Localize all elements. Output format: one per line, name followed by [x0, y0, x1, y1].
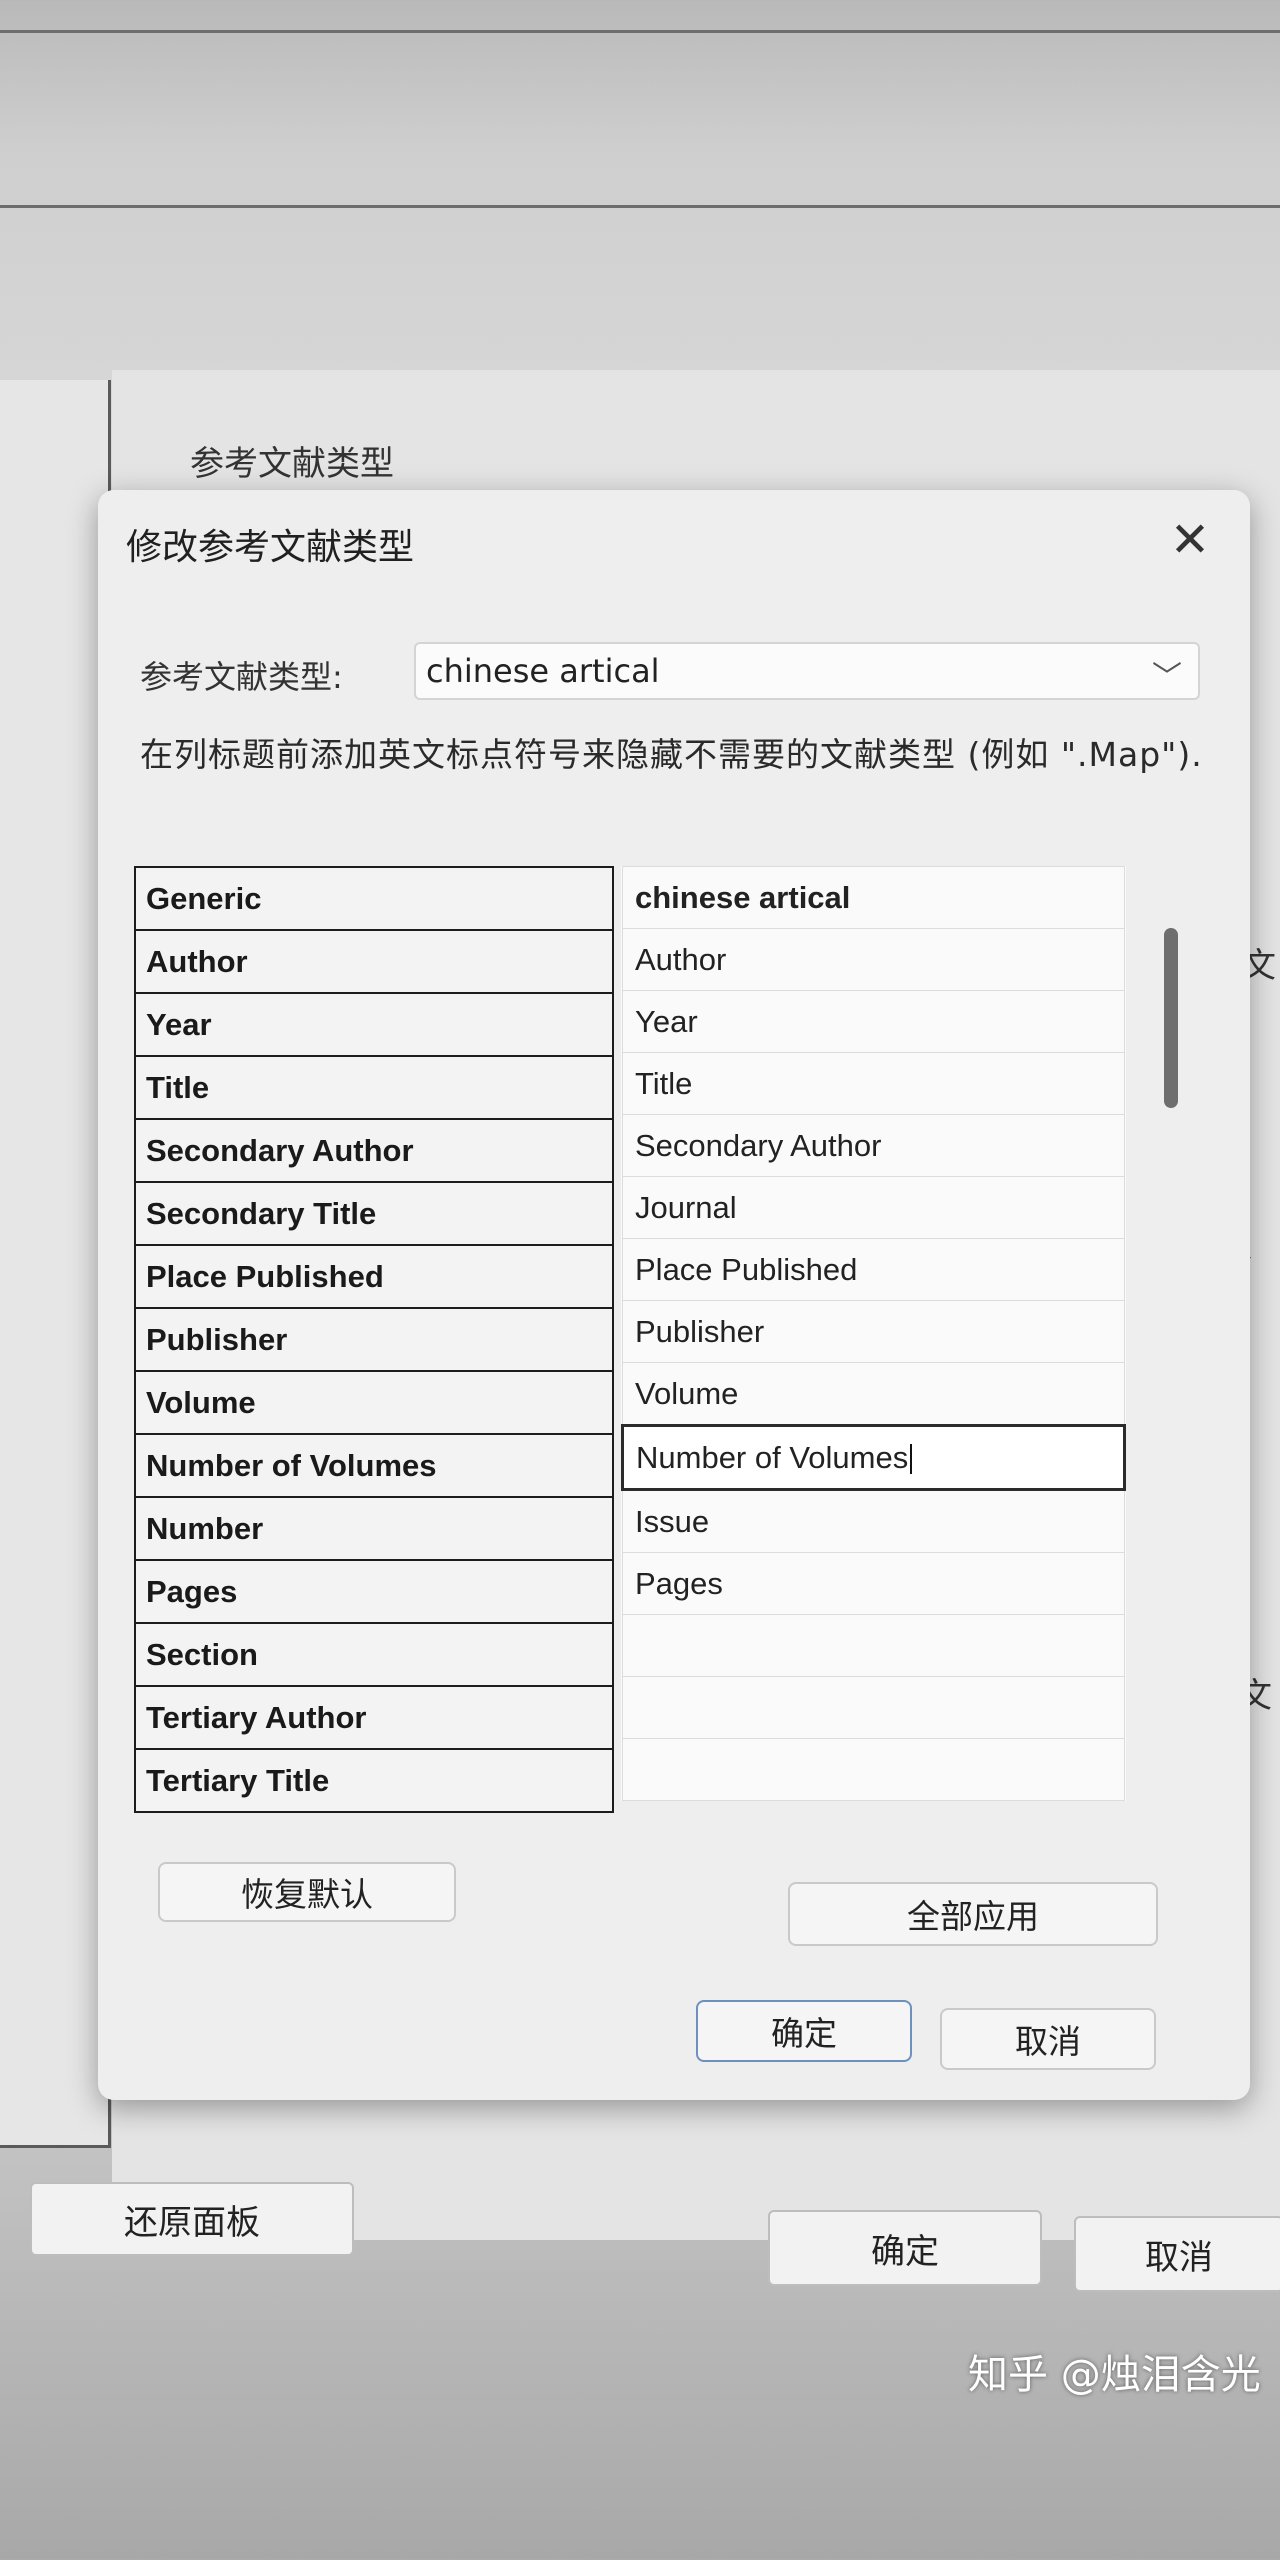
generic-field-row: Tertiary Title [134, 1748, 614, 1813]
type-field-cell[interactable]: Secondary Author [622, 1114, 1125, 1177]
ok-button[interactable]: 确定 [696, 2000, 912, 2062]
generic-field-row: Title [134, 1055, 614, 1120]
type-field-row[interactable]: Place Published [622, 1238, 1125, 1301]
type-field-cell[interactable]: Title [622, 1052, 1125, 1115]
generic-field-row: Pages [134, 1559, 614, 1624]
cancel-button[interactable]: 取消 [940, 2008, 1156, 2070]
generic-field-cell: Generic [134, 866, 614, 931]
type-field-row[interactable]: Number of Volumes [621, 1424, 1126, 1491]
type-field-row[interactable]: Publisher [622, 1300, 1125, 1363]
background-cancel-button[interactable]: 取消 [1074, 2216, 1280, 2292]
type-field-row[interactable]: Secondary Author [622, 1114, 1125, 1177]
type-field-row[interactable] [622, 1738, 1125, 1801]
reference-type-label: 参考文献类型: [140, 658, 343, 696]
generic-field-row: Author [134, 929, 614, 994]
type-field-row[interactable]: Year [622, 990, 1125, 1053]
type-field-cell[interactable]: Issue [622, 1489, 1125, 1553]
generic-field-cell: Publisher [134, 1307, 614, 1372]
type-field-cell[interactable]: chinese artical [622, 866, 1125, 929]
type-field-row[interactable]: Volume [622, 1362, 1125, 1426]
generic-field-row: Place Published [134, 1244, 614, 1309]
type-field-cell[interactable]: Volume [622, 1362, 1125, 1426]
restore-panel-button[interactable]: 还原面板 [30, 2182, 354, 2256]
type-field-row[interactable]: Pages [622, 1552, 1125, 1615]
generic-field-row: Year [134, 992, 614, 1057]
type-field-row[interactable] [622, 1676, 1125, 1739]
type-field-cell[interactable]: Journal [622, 1176, 1125, 1239]
restore-default-button[interactable]: 恢复默认 [158, 1862, 456, 1922]
generic-field-row: Publisher [134, 1307, 614, 1372]
type-field-row[interactable]: Title [622, 1052, 1125, 1115]
generic-field-cell: Section [134, 1622, 614, 1687]
generic-field-cell: Place Published [134, 1244, 614, 1309]
generic-field-row: Generic [134, 866, 614, 931]
type-fields-table: chinese artical Author Year Title Secondary … [621, 866, 1126, 1801]
type-field-cell[interactable]: Pages [622, 1552, 1125, 1615]
generic-fields-table: Generic Author Year Title Secondary Author Se… [134, 866, 614, 1813]
type-field-row[interactable]: chinese artical [622, 866, 1125, 929]
type-field-cell[interactable]: Publisher [622, 1300, 1125, 1363]
chevron-down-icon: ﹀ [1152, 660, 1182, 695]
text-caret [910, 1444, 913, 1475]
type-field-cell[interactable] [622, 1614, 1125, 1677]
generic-field-cell: Secondary Author [134, 1118, 614, 1183]
type-field-edit-text[interactable]: Number of Volumes [636, 1440, 908, 1475]
type-field-cell[interactable] [622, 1738, 1125, 1801]
generic-field-cell: Volume [134, 1370, 614, 1435]
watermark: 知乎 @烛泪含光 [968, 2352, 1261, 2398]
generic-field-cell: Tertiary Title [134, 1748, 614, 1813]
background-left-panel [0, 380, 111, 2148]
generic-field-row: Section [134, 1622, 614, 1687]
type-field-row[interactable] [622, 1614, 1125, 1677]
type-field-cell[interactable]: Place Published [622, 1238, 1125, 1301]
generic-field-cell: Title [134, 1055, 614, 1120]
type-field-cell[interactable] [622, 1676, 1125, 1739]
generic-field-cell: Tertiary Author [134, 1685, 614, 1750]
generic-field-cell: Year [134, 992, 614, 1057]
type-field-cell[interactable]: Year [622, 990, 1125, 1053]
type-field-cell[interactable]: Author [622, 928, 1125, 991]
type-field-row[interactable]: Issue [622, 1489, 1125, 1553]
generic-field-row: Volume [134, 1370, 614, 1435]
generic-field-cell: Secondary Title [134, 1181, 614, 1246]
generic-field-row: Tertiary Author [134, 1685, 614, 1750]
type-field-row[interactable]: Journal [622, 1176, 1125, 1239]
close-icon[interactable]: ✕ [1160, 510, 1220, 570]
generic-field-cell: Number [134, 1496, 614, 1561]
reference-type-dropdown[interactable]: chinese artical ﹀ [414, 642, 1200, 700]
hide-types-hint: 在列标题前添加英文标点符号来隐藏不需要的文献类型 (例如 ".Map"). [140, 735, 1203, 774]
type-field-row[interactable]: Author [622, 928, 1125, 991]
background-rule [0, 30, 1280, 33]
modify-reference-type-dialog: 修改参考文献类型 ✕ 参考文献类型: chinese artical ﹀ 在列标… [98, 490, 1250, 2100]
table-scrollbar[interactable] [1164, 928, 1178, 1108]
background-section-label: 参考文献类型 [190, 444, 394, 484]
generic-field-cell: Author [134, 929, 614, 994]
reference-type-value: chinese artical [426, 652, 660, 690]
type-field-cell-editing[interactable]: Number of Volumes [621, 1424, 1126, 1491]
generic-field-row: Number of Volumes [134, 1433, 614, 1498]
background-ok-button[interactable]: 确定 [768, 2210, 1042, 2286]
generic-field-cell: Pages [134, 1559, 614, 1624]
generic-field-cell: Number of Volumes [134, 1433, 614, 1498]
apply-all-button[interactable]: 全部应用 [788, 1882, 1158, 1946]
background-rule [0, 205, 1280, 208]
generic-field-row: Secondary Author [134, 1118, 614, 1183]
generic-field-row: Secondary Title [134, 1181, 614, 1246]
generic-field-row: Number [134, 1496, 614, 1561]
dialog-title: 修改参考文献类型 [126, 527, 415, 568]
